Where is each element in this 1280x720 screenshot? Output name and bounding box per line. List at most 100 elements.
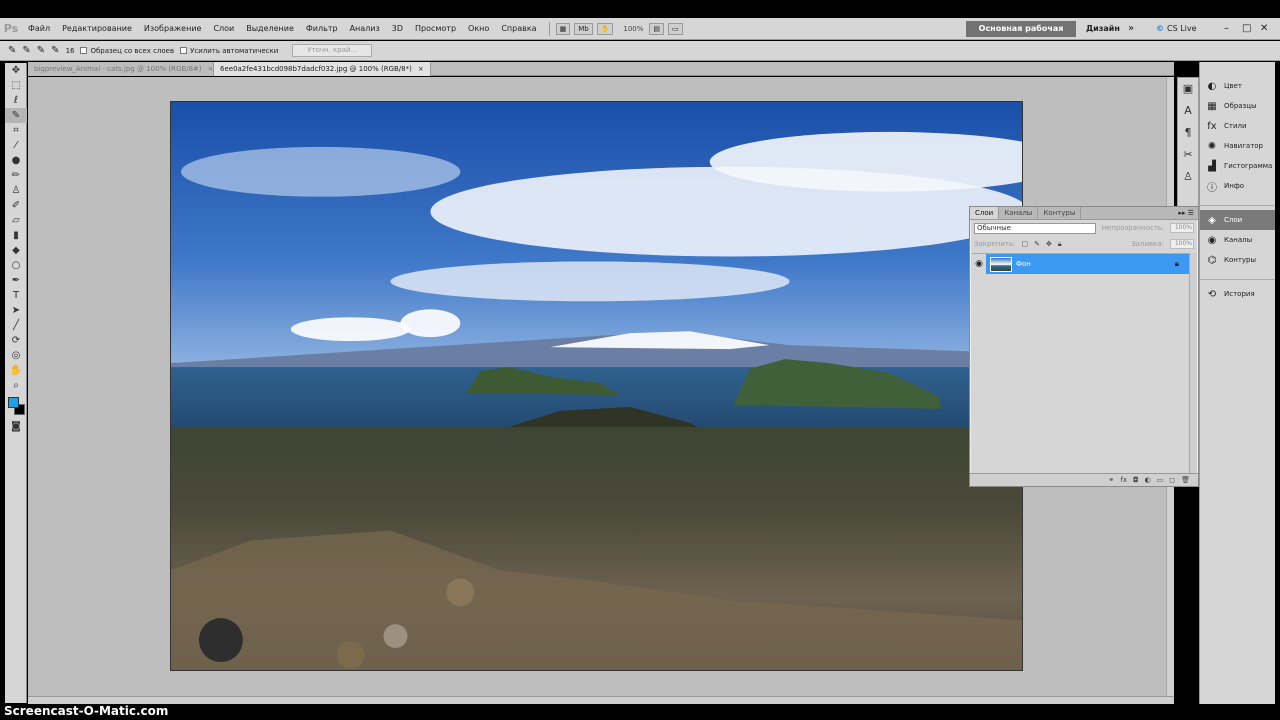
zoom-level[interactable]: 100% — [623, 25, 643, 33]
panel-menu-icon[interactable]: ▸▸ ☰ — [1178, 207, 1198, 219]
lasso-tool-icon[interactable]: ℓ — [5, 93, 27, 108]
mini-bridge-panel-icon[interactable]: ▣ — [1178, 78, 1198, 100]
menu-help[interactable]: Справка — [495, 24, 542, 33]
opacity-input[interactable]: 100% — [1170, 223, 1194, 233]
tab-close-icon[interactable]: × — [208, 63, 213, 76]
add-selection-icon[interactable]: ✎ — [37, 45, 45, 56]
new-layer-icon[interactable]: ◻ — [1169, 474, 1175, 486]
quick-mask-icon[interactable]: ◙ — [5, 419, 27, 434]
line-tool-icon[interactable]: ╱ — [5, 318, 27, 333]
lock-transparent-icon[interactable]: ▢ — [1021, 240, 1028, 248]
dock-label: История — [1224, 290, 1255, 298]
bridge-button[interactable]: ▦ — [555, 22, 571, 35]
foreground-color-swatch[interactable] — [8, 397, 19, 408]
blur-tool-icon[interactable]: ◆ — [5, 243, 27, 258]
gradient-tool-icon[interactable]: ▮ — [5, 228, 27, 243]
screen-mode-button[interactable]: ▭ — [668, 22, 683, 35]
blend-mode-select[interactable]: Обычные — [974, 222, 1096, 234]
marquee-tool-icon[interactable]: ⬚ — [5, 78, 27, 93]
mini-bridge-button[interactable]: Mb — [574, 22, 593, 35]
layer-mask-icon[interactable]: ◘ — [1133, 474, 1139, 486]
hand-tool-button[interactable]: ✋ — [596, 22, 614, 35]
eraser-tool-icon[interactable]: ▱ — [5, 213, 27, 228]
menu-edit[interactable]: Редактирование — [56, 24, 138, 33]
history-brush-tool-icon[interactable]: ✐ — [5, 198, 27, 213]
auto-enhance-checkbox[interactable]: Усилить автоматически — [180, 47, 278, 55]
workspace-more-button[interactable]: » — [1128, 21, 1134, 37]
pen-tool-icon[interactable]: ✒ — [5, 273, 27, 288]
eyedropper-tool-icon[interactable]: ⁄ — [5, 138, 27, 153]
menu-file[interactable]: Файл — [22, 24, 56, 33]
dock-item-paths[interactable]: ⌬ Контуры — [1200, 250, 1275, 270]
zoom-tool-icon[interactable]: ⌕ — [5, 378, 27, 393]
dock-item-histogram[interactable]: ▟ Гистограмма — [1200, 156, 1275, 176]
menu-layers[interactable]: Слои — [207, 24, 240, 33]
close-button[interactable]: ✕ — [1260, 21, 1268, 37]
paragraph-panel-icon[interactable]: ¶ — [1178, 122, 1198, 144]
crop-tool-icon[interactable]: ⌗ — [5, 123, 27, 138]
menu-window[interactable]: Окно — [462, 24, 495, 33]
lock-all-icon[interactable]: 🔒︎ — [1058, 240, 1062, 249]
tab-document-1[interactable]: bigpreview_Animal - cats.jpg @ 100% (RGB… — [28, 62, 214, 76]
delete-layer-icon[interactable]: 🗑︎ — [1181, 474, 1190, 486]
type-tool-icon[interactable]: T — [5, 288, 27, 303]
menu-view[interactable]: Просмотр — [409, 24, 462, 33]
workspace-essentials-button[interactable]: Основная рабочая среда — [966, 21, 1076, 49]
dodge-tool-icon[interactable]: ○ — [5, 258, 27, 273]
color-swatches[interactable] — [5, 397, 26, 419]
tools-presets-icon[interactable]: ✂ — [1178, 144, 1198, 166]
brush-tool-icon[interactable]: ✏ — [5, 168, 27, 183]
quick-selection-tool-icon[interactable]: ✎ — [5, 108, 27, 123]
menu-filter[interactable]: Фильтр — [300, 24, 344, 33]
lock-position-icon[interactable]: ✥ — [1046, 240, 1052, 248]
tab-layers[interactable]: Слои — [970, 207, 1000, 219]
cs-live-button[interactable]: © CS Live — [1156, 21, 1197, 37]
dock-item-navigator[interactable]: ✺ Навигатор — [1200, 136, 1275, 156]
path-selection-tool-icon[interactable]: ➤ — [5, 303, 27, 318]
tab-document-2[interactable]: 6ee0a2fe431bcd098b7dadcf032.jpg @ 100% (… — [214, 62, 431, 76]
clone-source-icon[interactable]: ♙ — [1178, 166, 1198, 188]
dock-item-styles[interactable]: fx Стили — [1200, 116, 1275, 136]
tab-paths[interactable]: Контуры — [1038, 207, 1082, 219]
sample-all-layers-checkbox[interactable]: Образец со всех слоев — [80, 47, 174, 55]
menu-image[interactable]: Изображение — [138, 24, 208, 33]
tab-close-icon[interactable]: × — [418, 63, 424, 76]
workspace-design-button[interactable]: Дизайн — [1086, 21, 1120, 37]
link-layers-icon[interactable]: ⚭ — [1109, 474, 1115, 486]
menu-3d[interactable]: 3D — [386, 24, 409, 33]
minimize-button[interactable]: – — [1224, 21, 1229, 37]
dock-item-color[interactable]: ◐ Цвет — [1200, 76, 1275, 96]
hand-tool-icon[interactable]: ✋ — [5, 363, 27, 378]
dock-item-info[interactable]: ⓘ Инфо — [1200, 176, 1275, 196]
layer-style-icon[interactable]: fx — [1120, 474, 1127, 486]
adjustment-layer-icon[interactable]: ◐ — [1145, 474, 1151, 486]
clone-stamp-tool-icon[interactable]: ♙ — [5, 183, 27, 198]
arrange-documents-button[interactable]: ▤ — [649, 22, 665, 35]
lock-image-icon[interactable]: ✎ — [1034, 240, 1040, 248]
channels-icon: ◉ — [1207, 234, 1217, 246]
maximize-button[interactable]: □ — [1242, 21, 1251, 37]
document-image[interactable] — [170, 101, 1023, 671]
layer-row[interactable]: ◉ Фон 🔒︎ — [972, 254, 1189, 274]
dock-item-channels[interactable]: ◉ Каналы — [1200, 230, 1275, 250]
brush-size[interactable]: 16 — [66, 47, 75, 55]
3d-orbit-tool-icon[interactable]: ◎ — [5, 348, 27, 363]
new-group-icon[interactable]: ▭ — [1157, 474, 1164, 486]
menu-analysis[interactable]: Анализ — [344, 24, 386, 33]
subtract-selection-icon[interactable]: ✎ — [51, 45, 59, 56]
tool-preset-icon[interactable]: ✎ — [8, 45, 16, 56]
dock-item-layers[interactable]: ◈ Слои — [1200, 210, 1275, 230]
dock-item-swatches[interactable]: ▦ Образцы — [1200, 96, 1275, 116]
new-selection-icon[interactable]: ✎ — [22, 45, 30, 56]
layer-list-scrollbar[interactable] — [1189, 253, 1197, 473]
refine-edge-button[interactable]: Уточн. край... — [292, 44, 373, 57]
move-tool-icon[interactable]: ✥ — [5, 63, 27, 78]
3d-rotate-tool-icon[interactable]: ⟳ — [5, 333, 27, 348]
healing-brush-tool-icon[interactable]: ● — [5, 153, 27, 168]
character-panel-icon[interactable]: A — [1178, 100, 1198, 122]
fill-input[interactable]: 100% — [1170, 239, 1194, 249]
tab-channels[interactable]: Каналы — [999, 207, 1039, 219]
visibility-eye-icon[interactable]: ◉ — [972, 254, 986, 274]
menu-select[interactable]: Выделение — [240, 24, 300, 33]
dock-item-history[interactable]: ⟲ История — [1200, 284, 1275, 304]
